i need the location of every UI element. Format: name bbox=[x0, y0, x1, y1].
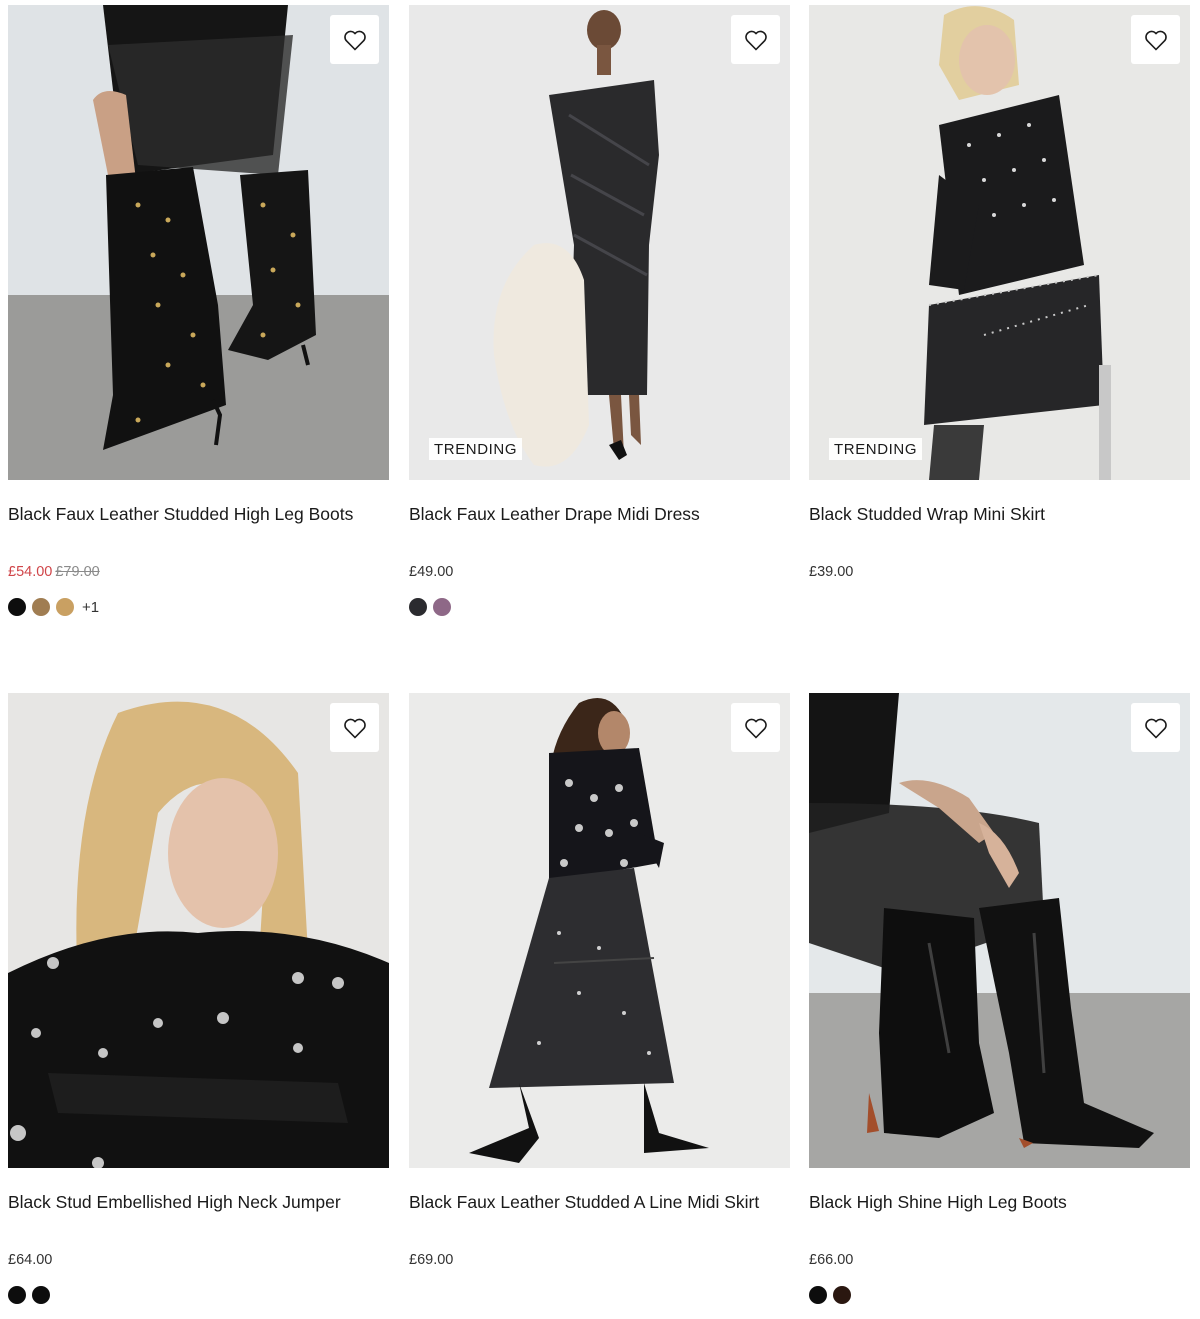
trending-badge: TRENDING bbox=[429, 438, 523, 460]
product-photo[interactable] bbox=[8, 693, 389, 1168]
was-price: £79.00 bbox=[55, 564, 100, 580]
product-price: £64.00 bbox=[8, 1251, 389, 1269]
sale-price: £54.00 bbox=[8, 564, 53, 580]
product-image[interactable] bbox=[409, 693, 790, 1168]
product-price: £54.00 £79.00 bbox=[8, 563, 389, 581]
price: £39.00 bbox=[809, 564, 854, 580]
color-swatches bbox=[809, 1285, 1190, 1305]
color-swatch[interactable] bbox=[833, 1286, 851, 1304]
wishlist-button[interactable] bbox=[731, 15, 780, 64]
product-card: Black Faux Leather Studded A Line Midi S… bbox=[409, 693, 790, 1269]
color-swatch[interactable] bbox=[433, 598, 451, 616]
wishlist-button[interactable] bbox=[330, 15, 379, 64]
heart-outline-icon bbox=[1144, 718, 1167, 738]
product-title[interactable]: Black High Shine High Leg Boots bbox=[809, 1191, 1190, 1213]
product-title[interactable]: Black Stud Embellished High Neck Jumper bbox=[8, 1191, 389, 1213]
heart-outline-icon bbox=[744, 30, 767, 50]
color-swatches bbox=[409, 597, 790, 617]
product-image[interactable] bbox=[8, 693, 389, 1168]
heart-outline-icon bbox=[1144, 30, 1167, 50]
product-image[interactable] bbox=[809, 693, 1190, 1168]
product-title[interactable]: Black Faux Leather Drape Midi Dress bbox=[409, 503, 790, 525]
color-swatch[interactable] bbox=[32, 598, 50, 616]
trending-badge: TRENDING bbox=[829, 438, 923, 460]
wishlist-button[interactable] bbox=[731, 703, 780, 752]
product-card: Black High Shine High Leg Boots £66.00 bbox=[809, 693, 1190, 1305]
product-price: £69.00 bbox=[409, 1251, 790, 1269]
color-swatches bbox=[8, 1285, 389, 1305]
product-image[interactable]: TRENDING bbox=[809, 5, 1190, 480]
more-colors-link[interactable]: +1 bbox=[82, 599, 99, 616]
price: £66.00 bbox=[809, 1252, 854, 1268]
product-photo[interactable] bbox=[809, 693, 1190, 1168]
product-price: £49.00 bbox=[409, 563, 790, 581]
price: £64.00 bbox=[8, 1252, 53, 1268]
color-swatch[interactable] bbox=[8, 598, 26, 616]
wishlist-button[interactable] bbox=[1131, 703, 1180, 752]
product-title[interactable]: Black Studded Wrap Mini Skirt bbox=[809, 503, 1190, 525]
product-image[interactable] bbox=[8, 5, 389, 480]
color-swatch[interactable] bbox=[809, 1286, 827, 1304]
color-swatch[interactable] bbox=[8, 1286, 26, 1304]
heart-outline-icon bbox=[343, 718, 366, 738]
product-photo[interactable] bbox=[409, 693, 790, 1168]
product-photo[interactable] bbox=[409, 5, 790, 480]
product-title[interactable]: Black Faux Leather Studded A Line Midi S… bbox=[409, 1191, 790, 1213]
product-card: Black Stud Embellished High Neck Jumper … bbox=[8, 693, 389, 1305]
product-price: £39.00 bbox=[809, 563, 1190, 581]
product-card: Black Faux Leather Studded High Leg Boot… bbox=[8, 5, 389, 617]
wishlist-button[interactable] bbox=[1131, 15, 1180, 64]
color-swatch[interactable] bbox=[32, 1286, 50, 1304]
color-swatch[interactable] bbox=[409, 598, 427, 616]
product-photo[interactable] bbox=[8, 5, 389, 480]
product-card: TRENDING Black Studded Wrap Mini Skirt £… bbox=[809, 5, 1190, 581]
product-title[interactable]: Black Faux Leather Studded High Leg Boot… bbox=[8, 503, 389, 525]
heart-outline-icon bbox=[343, 30, 366, 50]
wishlist-button[interactable] bbox=[330, 703, 379, 752]
color-swatch[interactable] bbox=[56, 598, 74, 616]
color-swatches: +1 bbox=[8, 597, 389, 617]
product-card: TRENDING Black Faux Leather Drape Midi D… bbox=[409, 5, 790, 617]
product-grid: Black Faux Leather Studded High Leg Boot… bbox=[0, 0, 1200, 1319]
product-image[interactable]: TRENDING bbox=[409, 5, 790, 480]
heart-outline-icon bbox=[744, 718, 767, 738]
product-photo[interactable] bbox=[809, 5, 1190, 480]
product-price: £66.00 bbox=[809, 1251, 1190, 1269]
price: £49.00 bbox=[409, 564, 454, 580]
price: £69.00 bbox=[409, 1252, 454, 1268]
